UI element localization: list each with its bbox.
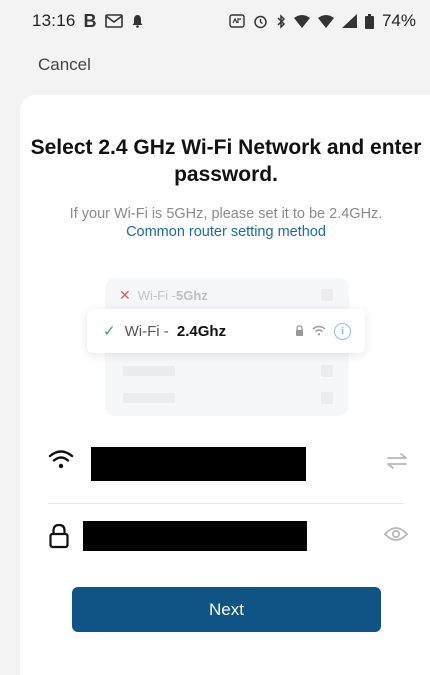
next-button[interactable]: Next — [72, 587, 381, 632]
password-row — [48, 518, 409, 558]
wifi-icon — [48, 449, 74, 476]
illustration-24ghz-label: Wi-Fi - 2.4Ghz — [125, 323, 227, 340]
field-divider — [48, 503, 404, 504]
status-bar-left: 13:16 B — [32, 11, 144, 32]
placeholder-icon — [321, 365, 333, 377]
cancel-button[interactable]: Cancel — [38, 55, 91, 75]
check-icon: ✓ — [103, 323, 116, 340]
password-field[interactable] — [83, 521, 307, 551]
status-time: 13:16 — [32, 11, 76, 30]
notification-bell-icon — [131, 14, 144, 28]
status-bar-right: 74% — [229, 11, 416, 31]
wifi-icon — [312, 323, 326, 340]
switch-network-icon[interactable] — [386, 452, 408, 475]
lock-icon — [295, 323, 304, 340]
b-icon: B — [83, 10, 97, 31]
wifi-name-field[interactable] — [91, 447, 306, 481]
info-icon: i — [334, 322, 351, 340]
wifi-name-row — [48, 444, 408, 484]
placeholder-icon — [321, 392, 333, 404]
outlook-icon — [104, 14, 123, 28]
placeholder-icon — [321, 289, 333, 301]
status-bar: 13:16 B 74% — [0, 0, 430, 42]
cell-signal-icon — [341, 14, 357, 28]
placeholder-line — [123, 366, 175, 376]
bluetooth-icon — [276, 13, 286, 29]
wifi-icon — [293, 14, 310, 28]
wifi-icon — [317, 14, 334, 28]
alarm-icon — [253, 14, 268, 29]
illustration-5ghz-band: 5Ghz — [176, 287, 208, 303]
illustration-24ghz-band: 2.4Ghz — [176, 322, 227, 340]
illustration-row-5ghz: ✕ Wi-Fi - 5Ghz — [105, 280, 349, 310]
router-setting-link[interactable]: Common router setting method — [0, 224, 430, 240]
page-title: Select 2.4 GHz Wi-Fi Network and enter p… — [30, 136, 422, 186]
lock-icon — [48, 523, 70, 554]
vpn-icon — [229, 14, 245, 28]
battery-icon — [364, 13, 374, 29]
cross-icon: ✕ — [119, 286, 131, 303]
illustration-24ghz-prefix: Wi-Fi - — [124, 322, 173, 340]
battery-percentage: 74% — [381, 11, 416, 30]
placeholder-line — [123, 393, 175, 403]
illustration-row-24ghz: ✓ Wi-Fi - 2.4Ghz i — [87, 309, 365, 353]
show-password-icon[interactable] — [383, 526, 409, 547]
illustration-5ghz-prefix: Wi-Fi - — [137, 287, 176, 303]
illustration-24ghz-icons: i — [295, 322, 351, 340]
band-instruction: If your Wi-Fi is 5GHz, please set it to … — [69, 206, 383, 222]
